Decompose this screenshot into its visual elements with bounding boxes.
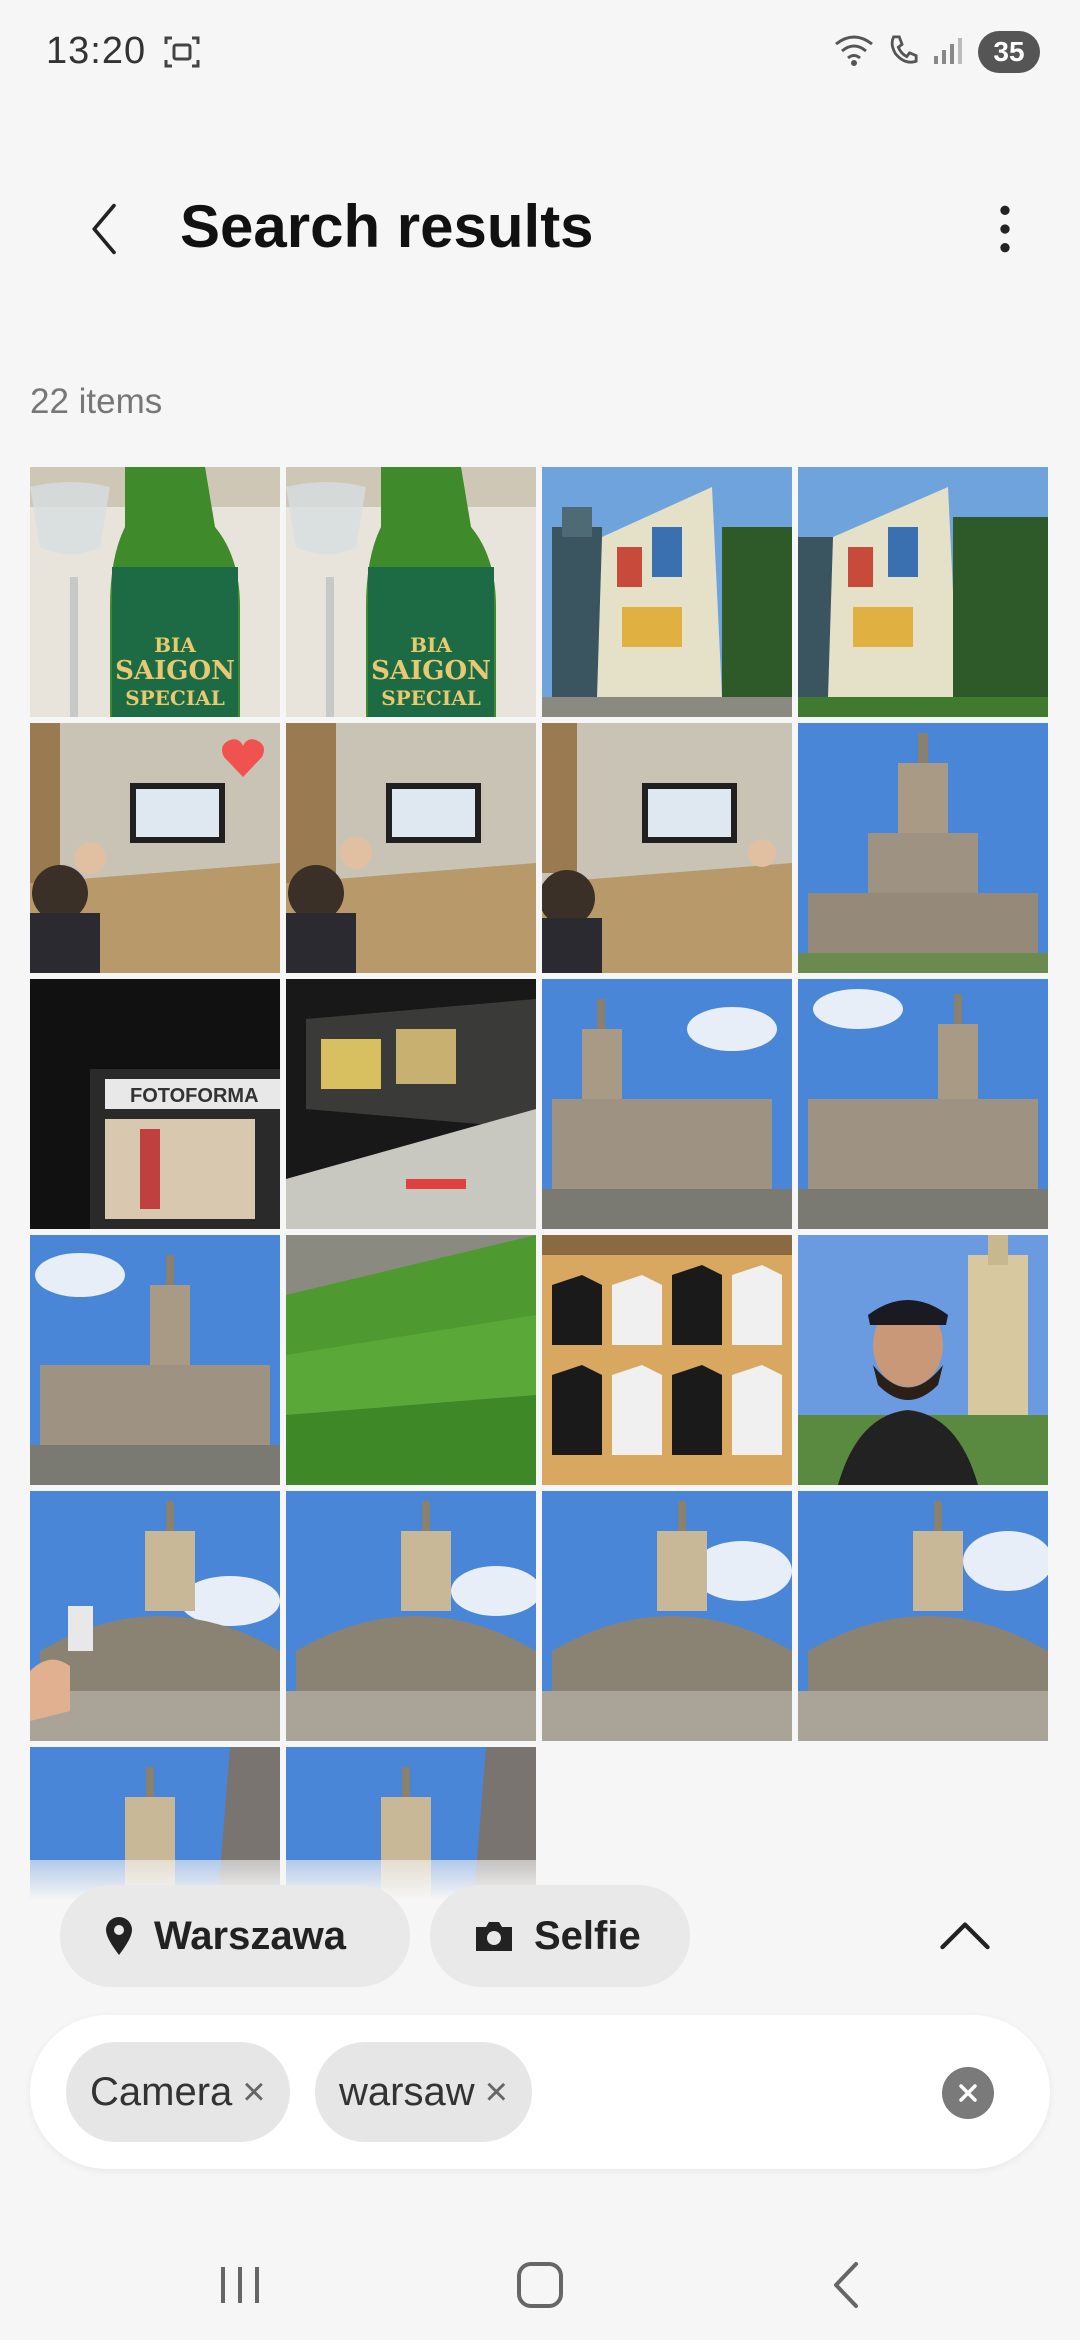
svg-text:SPECIAL: SPECIAL bbox=[125, 686, 225, 710]
remove-tag-button[interactable]: × bbox=[485, 2072, 508, 2112]
recent-apps-icon bbox=[221, 2267, 259, 2303]
navigation-bar bbox=[0, 2220, 1080, 2340]
home-icon bbox=[517, 2262, 563, 2308]
status-bar: 13:20 35 bbox=[0, 0, 1080, 100]
selfie-chip-label: Selfie bbox=[534, 1913, 641, 1958]
photo-grid: BIA SAIGON SPECIAL BIA SAIGON SPECIAL FO… bbox=[30, 467, 1050, 1997]
more-options-button[interactable] bbox=[970, 194, 1040, 264]
item-count: 22 items bbox=[30, 382, 163, 421]
shop-sign-text: FOTOFORMA bbox=[130, 1085, 259, 1107]
back-button[interactable] bbox=[70, 194, 140, 264]
photo-thumbnail[interactable] bbox=[798, 1235, 1048, 1485]
clear-circle-icon bbox=[959, 2084, 977, 2102]
location-chip-label: Warszawa bbox=[154, 1913, 346, 1958]
photo-thumbnail[interactable]: BIA SAIGON SPECIAL bbox=[286, 467, 536, 717]
home-button[interactable] bbox=[500, 2250, 580, 2320]
more-vertical-icon bbox=[1000, 205, 1010, 253]
photo-thumbnail[interactable] bbox=[542, 723, 792, 973]
search-tag-label: Camera bbox=[90, 2069, 233, 2114]
wifi-call-icon bbox=[888, 32, 918, 73]
back-icon bbox=[834, 2262, 858, 2308]
location-pin-icon bbox=[106, 1917, 132, 1955]
photo-thumbnail[interactable] bbox=[542, 979, 792, 1229]
favorite-heart-icon bbox=[220, 737, 266, 779]
search-tag[interactable]: Camera × bbox=[66, 2042, 290, 2142]
search-tag[interactable]: warsaw × bbox=[315, 2042, 532, 2142]
status-time: 13:20 bbox=[46, 30, 147, 72]
photo-thumbnail[interactable] bbox=[798, 979, 1048, 1229]
chevron-left-icon bbox=[92, 203, 116, 255]
svg-text:BIA: BIA bbox=[154, 633, 196, 657]
photo-thumbnail[interactable] bbox=[286, 723, 536, 973]
remove-tag-button[interactable]: × bbox=[242, 2072, 265, 2112]
page-title: Search results bbox=[180, 193, 594, 260]
svg-text:SAIGON: SAIGON bbox=[115, 656, 235, 686]
wifi-icon bbox=[834, 32, 874, 73]
photo-thumbnail[interactable] bbox=[798, 467, 1048, 717]
expand-suggestions-button[interactable] bbox=[930, 1900, 1000, 1970]
photo-thumbnail[interactable] bbox=[798, 1491, 1048, 1741]
screenshot-icon bbox=[162, 32, 202, 72]
location-chip[interactable]: Warszawa bbox=[60, 1885, 410, 1987]
photo-thumbnail[interactable] bbox=[30, 1235, 280, 1485]
chevron-up-icon bbox=[940, 1922, 990, 1950]
photo-thumbnail[interactable] bbox=[542, 467, 792, 717]
selfie-chip[interactable]: Selfie bbox=[430, 1885, 690, 1987]
photo-thumbnail[interactable] bbox=[542, 1491, 792, 1741]
recent-apps-button[interactable] bbox=[200, 2250, 280, 2320]
photo-thumbnail[interactable] bbox=[30, 1491, 280, 1741]
svg-text:SPECIAL: SPECIAL bbox=[381, 686, 481, 710]
photo-thumbnail[interactable] bbox=[798, 723, 1048, 973]
search-bar[interactable]: Camera × warsaw × bbox=[30, 2015, 1050, 2169]
photo-thumbnail[interactable] bbox=[542, 1235, 792, 1485]
photo-thumbnail[interactable] bbox=[286, 1491, 536, 1741]
photo-thumbnail[interactable]: FOTOFORMA bbox=[30, 979, 280, 1229]
photo-thumbnail[interactable] bbox=[286, 1235, 536, 1485]
photo-thumbnail[interactable] bbox=[30, 723, 280, 973]
camera-icon bbox=[476, 1922, 512, 1951]
battery-badge: 35 bbox=[978, 31, 1040, 73]
clear-search-button[interactable] bbox=[942, 2067, 994, 2119]
signal-icon bbox=[932, 34, 964, 71]
nav-back-button[interactable] bbox=[805, 2250, 885, 2320]
status-icons: 35 bbox=[834, 30, 1040, 74]
search-tag-label: warsaw bbox=[339, 2069, 475, 2114]
top-bar: Search results bbox=[0, 170, 1080, 290]
photo-thumbnail[interactable] bbox=[286, 979, 536, 1229]
svg-text:BIA: BIA bbox=[410, 633, 452, 657]
photo-thumbnail[interactable]: BIA SAIGON SPECIAL bbox=[30, 467, 280, 717]
svg-text:SAIGON: SAIGON bbox=[371, 656, 491, 686]
